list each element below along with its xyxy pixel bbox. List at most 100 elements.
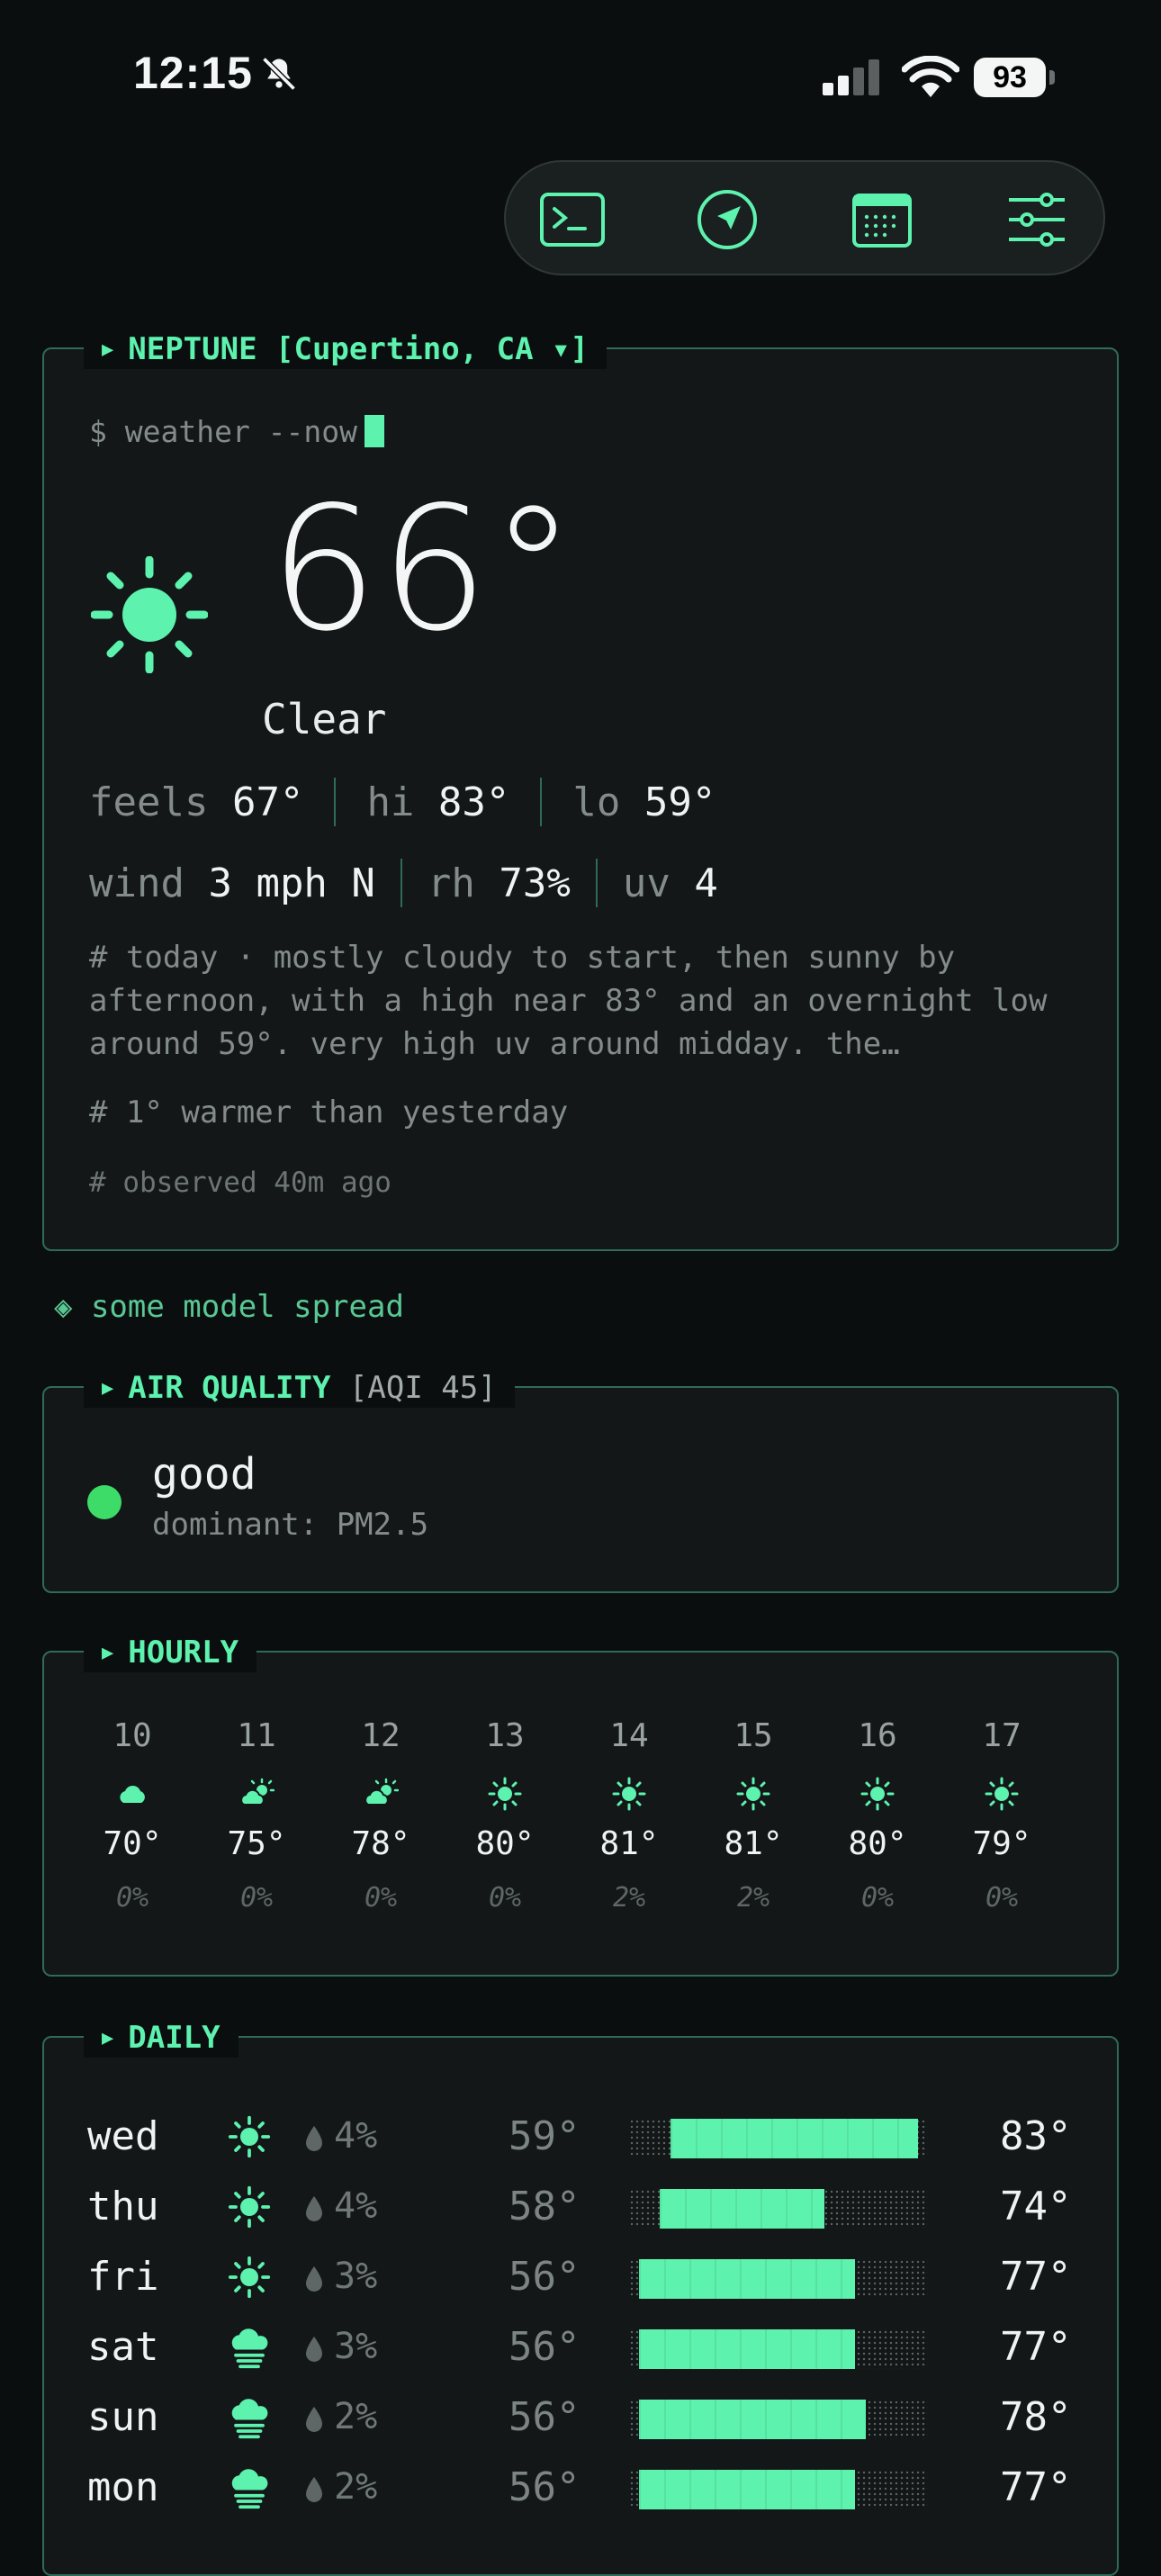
hour-precip: 0%	[860, 1882, 895, 1914]
forecast-description: # today · mostly cloudy to start, then s…	[89, 940, 1048, 1062]
lo-label: lo	[572, 779, 621, 825]
hour-label: 16	[858, 1717, 897, 1754]
uv-label: uv	[622, 860, 670, 906]
sliders-icon[interactable]	[1003, 185, 1071, 254]
divider	[400, 859, 402, 907]
humidity-label: rh	[427, 860, 475, 906]
daily-panel: ▶ DAILY wed 4% 59° 83° thu 4% 58° 74° fri 3% 56° 77°…	[42, 2018, 1120, 2576]
day-precip: 4%	[334, 2185, 378, 2227]
air-quality-panel[interactable]: ▶ AIR QUALITY [AQI 45] good dominant: PM2…	[42, 1368, 1119, 1593]
hour-label: 17	[982, 1717, 1022, 1754]
daily-row[interactable]: mon 2% 56° 77°	[44, 2457, 1120, 2520]
hour-temperature: 78°	[351, 1825, 410, 1862]
battery-cap	[1049, 70, 1055, 85]
partly-sunny-icon	[198, 1768, 315, 1820]
hour-precip: 0%	[985, 1882, 1019, 1914]
temp-stats-row: feels 67° hi 83° lo 59°	[89, 778, 716, 826]
daily-title: ▶ DAILY	[84, 2018, 238, 2058]
status-bar: 12:15 93	[0, 0, 1161, 153]
status-time: 12:15	[133, 48, 253, 98]
hourly-panel: ▶ HOURLY 10 70° 0% 11 75° 0% 12 78° 0% 13 80° 0% 14 81…	[42, 1633, 1119, 1977]
battery-level: 93	[993, 59, 1027, 95]
conditions-stats-row: wind 3 mph N rh 73% uv 4	[89, 859, 718, 907]
hour-precip: 0%	[239, 1882, 274, 1914]
bell-muted-icon	[259, 54, 299, 97]
hourly-column: 16 80° 0%	[819, 1717, 936, 1914]
hourly-title: ▶ HOURLY	[84, 1633, 257, 1672]
hour-label: 13	[485, 1717, 525, 1754]
observation-time: # observed 40m ago	[89, 1166, 392, 1199]
day-name: thu	[87, 2184, 159, 2229]
hour-label: 10	[112, 1717, 152, 1754]
day-high: 77°	[1000, 2254, 1072, 2300]
day-name: fri	[87, 2254, 159, 2300]
calendar-icon[interactable]	[848, 185, 916, 254]
day-high: 83°	[1000, 2113, 1072, 2159]
day-name: mon	[87, 2464, 159, 2510]
hour-temperature: 79°	[972, 1825, 1031, 1862]
hour-precip: 0%	[364, 1882, 398, 1914]
top-toolbar	[504, 160, 1105, 275]
day-low: 58°	[508, 2184, 580, 2229]
temperature-range-track	[629, 2189, 928, 2229]
sun-icon	[571, 1768, 688, 1820]
raindrop-icon	[303, 2475, 325, 2508]
temperature-range-track	[629, 2329, 928, 2369]
terminal-cursor	[364, 415, 385, 447]
feels-label: feels	[89, 779, 209, 825]
temperature-range-track	[629, 2400, 928, 2439]
humidity-value: 73%	[499, 860, 571, 906]
location-arrow-icon[interactable]	[693, 185, 761, 254]
partly-sunny-icon	[322, 1768, 439, 1820]
day-high: 74°	[1000, 2184, 1072, 2229]
day-high: 78°	[1000, 2394, 1072, 2440]
hourly-column: 13 80° 0%	[446, 1717, 563, 1914]
hour-temperature: 70°	[103, 1825, 162, 1862]
daily-row[interactable]: sun 2% 56° 78°	[44, 2387, 1120, 2450]
current-condition: Clear	[262, 695, 387, 743]
raindrop-icon	[303, 2265, 325, 2297]
daily-heading: DAILY	[128, 2020, 220, 2056]
divider	[334, 778, 337, 826]
raindrop-icon	[303, 2405, 325, 2437]
daily-row[interactable]: thu 4% 58° 74°	[44, 2176, 1120, 2239]
daily-row[interactable]: wed 4% 59° 83°	[44, 2106, 1120, 2169]
day-name: sun	[87, 2394, 159, 2440]
raindrop-icon	[303, 2335, 325, 2367]
daily-row[interactable]: fri 3% 56° 77°	[44, 2247, 1120, 2310]
raindrop-icon	[303, 2124, 325, 2157]
hour-precip: 2%	[612, 1882, 646, 1914]
hi-label: hi	[366, 779, 415, 825]
temperature-range-bar	[670, 2119, 918, 2158]
day-low: 56°	[508, 2254, 580, 2300]
hour-label: 14	[609, 1717, 649, 1754]
command-text: $ weather --now	[89, 414, 358, 449]
divider	[595, 859, 598, 907]
location-selector[interactable]: ▶ NEPTUNE [Cupertino, CA ▾]	[84, 329, 607, 369]
temperature-range-bar	[639, 2470, 855, 2509]
temperature-range-bar	[660, 2189, 824, 2229]
fog-icon	[222, 2391, 276, 2445]
aqi-status: good	[152, 1449, 256, 1500]
location-title[interactable]: NEPTUNE [Cupertino, CA ▾]	[128, 331, 589, 367]
current-weather-panel: ▶ NEPTUNE [Cupertino, CA ▾] $ weather --n…	[42, 329, 1119, 1251]
sun-icon	[90, 555, 209, 677]
sun-icon	[222, 2110, 276, 2164]
hour-temperature: 81°	[724, 1825, 783, 1862]
fog-icon	[222, 2461, 276, 2515]
lo-value: 59°	[644, 779, 716, 825]
current-temperature: 66°	[269, 470, 578, 669]
temperature-range-track	[629, 2119, 928, 2158]
hour-temperature: 75°	[227, 1825, 286, 1862]
sun-icon	[222, 2250, 276, 2304]
hi-value: 83°	[437, 779, 510, 825]
temperature-range-bar	[639, 2329, 855, 2369]
divider	[540, 778, 543, 826]
daily-row[interactable]: sat 3% 56° 77°	[44, 2317, 1120, 2380]
hourly-column: 11 75° 0%	[198, 1717, 315, 1914]
model-spread-note[interactable]: ◈ some model spread	[54, 1289, 404, 1325]
day-low: 56°	[508, 2464, 580, 2510]
hour-temperature: 81°	[599, 1825, 659, 1862]
terminal-icon[interactable]	[538, 185, 607, 254]
temperature-range-bar	[639, 2259, 855, 2299]
